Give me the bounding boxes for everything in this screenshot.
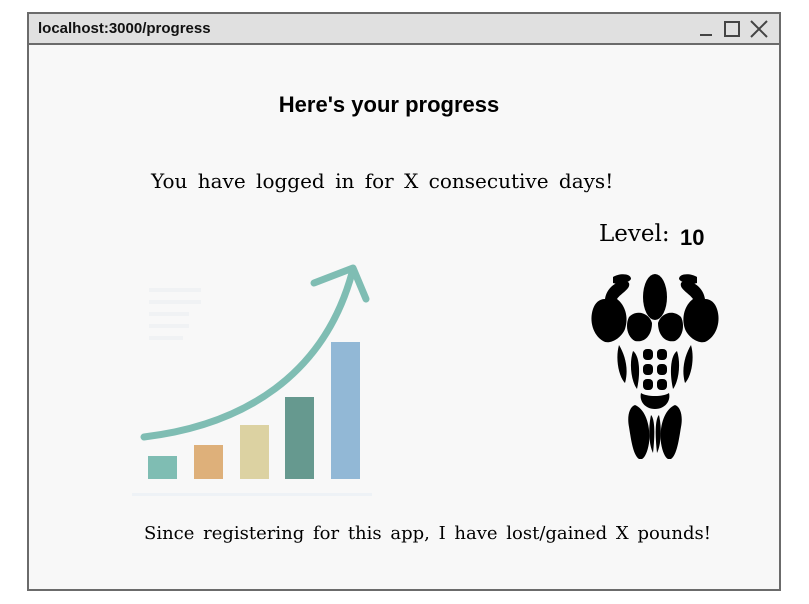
muscular-torso-icon bbox=[591, 274, 719, 459]
minimize-button[interactable] bbox=[695, 18, 717, 40]
chart-baseline bbox=[132, 493, 372, 496]
trend-arrow-head bbox=[310, 264, 370, 303]
chart-bar bbox=[194, 445, 223, 479]
faint-document-lines bbox=[149, 288, 201, 340]
growth-chart-illustration bbox=[132, 264, 372, 496]
page-title: Here's your progress bbox=[278, 92, 500, 117]
chart-bar bbox=[285, 397, 314, 479]
weight-change-text: Since registering for this app, I have l… bbox=[144, 523, 711, 544]
chart-bar bbox=[148, 456, 177, 479]
browser-window: localhost:3000/progress Here's your prog… bbox=[27, 12, 781, 591]
chart-bar bbox=[331, 342, 360, 479]
page-content: Here's your progress You have logged in … bbox=[29, 45, 779, 589]
level-value: 10 bbox=[680, 225, 705, 250]
trend-arrow bbox=[140, 269, 356, 441]
title-bar: localhost:3000/progress bbox=[29, 14, 779, 45]
chart-bar bbox=[240, 425, 269, 479]
close-button[interactable] bbox=[748, 18, 770, 40]
maximize-button[interactable] bbox=[721, 18, 743, 40]
login-streak-text: You have logged in for X consecutive day… bbox=[151, 169, 614, 193]
close-icon bbox=[750, 20, 768, 38]
window-url: localhost:3000/progress bbox=[38, 20, 211, 37]
minimize-icon bbox=[700, 34, 712, 36]
maximize-icon bbox=[724, 21, 740, 37]
level-label: Level: bbox=[599, 221, 670, 247]
